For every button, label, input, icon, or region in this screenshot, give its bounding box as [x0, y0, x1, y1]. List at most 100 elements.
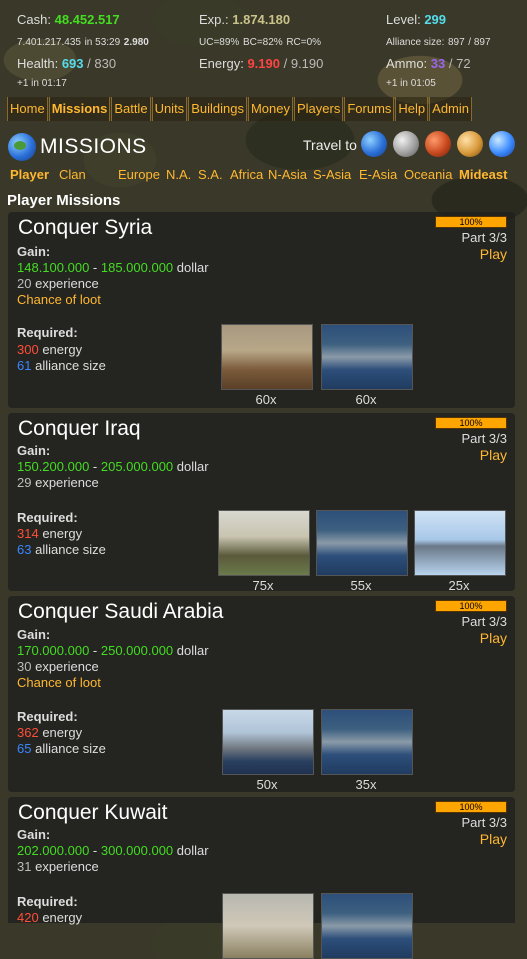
tab-s-asia[interactable]: S-Asia — [313, 167, 351, 182]
exp-value: 30 — [17, 659, 32, 674]
travel-venus-icon[interactable] — [457, 131, 483, 157]
play-button[interactable]: Play — [480, 447, 507, 463]
section-title: Player Missions — [7, 192, 121, 209]
travel-earth-icon[interactable] — [361, 131, 387, 157]
tab-europe[interactable]: Europe — [118, 167, 160, 182]
gain-dollar: 170.000.000 - 250.000.000 dollar — [17, 643, 209, 658]
income-timer: in 53:29 — [84, 37, 121, 48]
unit-requirement: 35x — [321, 709, 413, 792]
alliance-unit: alliance size — [35, 741, 106, 756]
energy-req: 300 — [17, 342, 39, 357]
play-button[interactable]: Play — [480, 831, 507, 847]
tab-e-asia[interactable]: E-Asia — [359, 167, 397, 182]
nav-money[interactable]: Money — [247, 97, 293, 121]
travel-moon-icon[interactable] — [393, 131, 419, 157]
alliance-value: 897 — [447, 37, 465, 48]
warship-image — [321, 893, 413, 959]
level-value: 299 — [424, 12, 447, 27]
howitzer-image — [221, 324, 313, 390]
alliance-req: 63 — [17, 542, 32, 557]
tab-clan[interactable]: Clan — [59, 167, 86, 182]
progress-bar: 100% — [435, 216, 507, 228]
bomber-image — [414, 510, 506, 576]
nav-home[interactable]: Home — [7, 97, 48, 121]
earth-globe-icon — [8, 133, 36, 161]
exp-rates: UC=89% BC=82% RC=0% — [199, 33, 321, 48]
tab-player[interactable]: Player — [10, 167, 49, 182]
unit-requirement — [222, 893, 314, 959]
nav-buildings[interactable]: Buildings — [188, 97, 247, 121]
play-button[interactable]: Play — [480, 246, 507, 262]
energy-unit: energy — [42, 526, 83, 541]
uc-rate: UC=89% — [199, 37, 240, 48]
tab-oceania[interactable]: Oceania — [404, 167, 452, 182]
tab-africa[interactable]: Africa — [230, 167, 263, 182]
ammo-value: 33 — [430, 56, 446, 71]
travel-neptune-icon[interactable] — [489, 131, 515, 157]
alliance-unit: alliance size — [35, 542, 106, 557]
nav-admin[interactable]: Admin — [429, 97, 473, 121]
nav-battle[interactable]: Battle — [111, 97, 151, 121]
stats-panel: Cash: 48.452.517 7.401.217.435 in 53:29 … — [0, 0, 527, 94]
play-button[interactable]: Play — [480, 630, 507, 646]
required-alliance: 61 alliance size — [17, 358, 106, 373]
exp-unit: experience — [35, 475, 99, 490]
level-label: Level: — [386, 12, 421, 27]
nav-players[interactable]: Players — [293, 97, 344, 121]
exp-value: 31 — [17, 859, 32, 874]
unit-requirement: 25x — [414, 510, 506, 593]
mission-card-kuwait: Conquer Kuwait 100% Part 3/3 Play Gain: … — [8, 797, 515, 959]
dollar-min: 148.100.000 — [17, 260, 90, 275]
energy-req: 362 — [17, 725, 39, 740]
nav-help[interactable]: Help — [395, 97, 429, 121]
required-energy: 300 energy — [17, 342, 82, 357]
progress-bar: 100% — [435, 801, 507, 813]
nav-missions[interactable]: Missions — [48, 97, 111, 121]
gain-dollar: 202.000.000 - 300.000.000 dollar — [17, 843, 209, 858]
unit-requirement — [321, 893, 413, 959]
exp-unit: experience — [35, 859, 99, 874]
tab-mideast[interactable]: Mideast — [459, 167, 507, 182]
unit-count: 55x — [350, 578, 372, 593]
mission-title: Conquer Kuwait — [18, 801, 168, 824]
gain-dollar: 148.100.000 - 185.000.000 dollar — [17, 260, 209, 275]
loot-chance: Chance of loot — [17, 292, 101, 307]
unit-requirement: 75x — [218, 510, 310, 593]
unit-requirement: 55x — [316, 510, 408, 593]
alliance-label: Alliance size: — [386, 37, 445, 48]
gain-label: Gain: — [17, 443, 51, 458]
dollar-max: 205.000.000 — [100, 459, 174, 474]
energy-unit: energy — [42, 725, 83, 740]
tab-n-asia[interactable]: N-Asia — [268, 167, 307, 182]
main-nav: Home Missions Battle Units Buildings Mon… — [7, 97, 473, 121]
nav-units[interactable]: Units — [151, 97, 188, 121]
required-alliance: 63 alliance size — [17, 542, 106, 557]
health-value: 693 — [61, 56, 84, 71]
gain-dollar: 150.200.000 - 205.000.000 dollar — [17, 459, 209, 474]
health-label: Health: — [17, 56, 59, 71]
health-max: / 830 — [87, 56, 117, 71]
loot-chance: Chance of loot — [17, 675, 101, 690]
dollar-unit: dollar — [176, 260, 209, 275]
mission-card-syria: Conquer Syria 100% Part 3/3 Play Gain: 1… — [8, 212, 515, 408]
unit-count: 75x — [252, 578, 274, 593]
mission-part: Part 3/3 — [461, 431, 507, 446]
exp-value: 20 — [17, 276, 32, 291]
mission-title: Conquer Syria — [18, 216, 153, 239]
tab-sa[interactable]: S.A. — [198, 167, 223, 182]
gain-label: Gain: — [17, 827, 51, 842]
dollar-unit: dollar — [176, 843, 209, 858]
level-stat: Level: 299 — [386, 12, 446, 27]
gain-exp: 20 experience — [17, 276, 99, 291]
required-alliance: 65 alliance size — [17, 741, 106, 756]
travel-mars-icon[interactable] — [425, 131, 451, 157]
rc-rate: RC=0% — [286, 37, 322, 48]
required-energy: 362 energy — [17, 725, 82, 740]
unit-requirement: 60x — [321, 324, 413, 407]
dollar-max: 250.000.000 — [100, 643, 174, 658]
nav-forums[interactable]: Forums — [344, 97, 395, 121]
alliance-stat: Alliance size: 897 / 897 — [386, 33, 491, 48]
alliance-req: 61 — [17, 358, 32, 373]
exp-label: Exp.: — [199, 12, 229, 27]
tab-na[interactable]: N.A. — [166, 167, 191, 182]
